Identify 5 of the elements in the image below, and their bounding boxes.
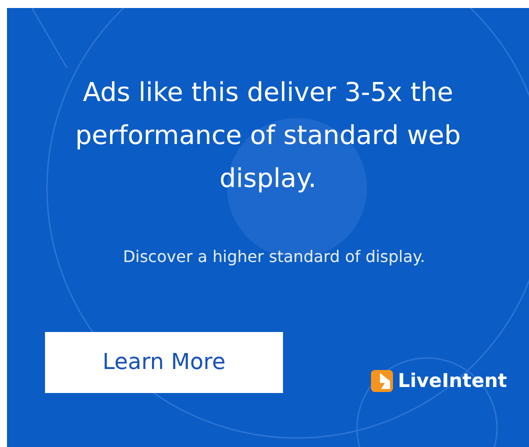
learn-more-button[interactable]: Learn More — [45, 332, 283, 393]
subheading: Discover a higher standard of display. — [122, 247, 426, 266]
brand-name: LiveIntent — [398, 370, 507, 392]
logo-icon — [370, 370, 393, 392]
headline: Ads like this deliver 3-5x the performance of standard web display. — [74, 77, 462, 196]
